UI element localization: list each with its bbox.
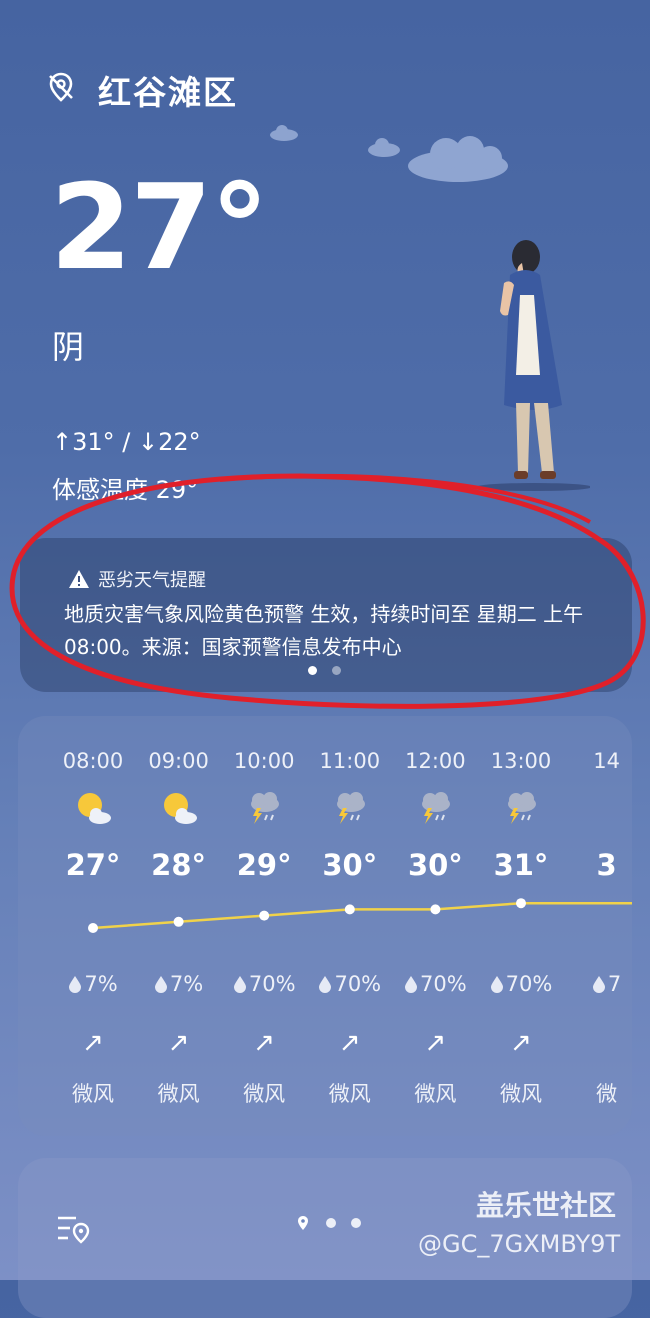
city-name[interactable]: 红谷滩区: [98, 66, 238, 114]
small-cloud-icon: [270, 125, 298, 141]
watermark-community: 盖乐世社区: [476, 1189, 617, 1222]
location-off-icon[interactable]: [44, 70, 78, 104]
warning-icon: [69, 570, 89, 588]
temperature-point: [430, 904, 441, 915]
alert-body: 地质灾害气象风险黄色预警 生效，持续时间至 星期二 上午08:00。来源：国家预…: [64, 602, 584, 659]
alert-title-text: 恶劣天气提醒: [98, 570, 206, 591]
weather-illustration-person: [476, 240, 590, 491]
alert-title: 恶劣天气提醒: [68, 566, 206, 592]
current-location-page-indicator-icon: [298, 1216, 308, 1230]
alert-page-indicator: [332, 666, 341, 675]
temperature-trend-line: [88, 898, 632, 933]
temperature-point: [173, 916, 184, 927]
location-list-icon[interactable]: [56, 1212, 92, 1246]
watermark-user: @GC_7GXMBY9T: [418, 1230, 621, 1258]
page-indicator-dot: [351, 1218, 361, 1228]
temperature-point: [259, 910, 270, 921]
temperature-point: [88, 923, 98, 933]
weather-condition: 阴: [52, 328, 85, 366]
feels-like-temperature: 体感温度 29°: [52, 476, 199, 504]
page-indicator-dot: [326, 1218, 336, 1228]
small-cloud-icon: [368, 138, 400, 157]
current-temperature: 27°: [50, 158, 269, 296]
cloud-icon: [408, 136, 508, 182]
temperature-point: [516, 898, 526, 909]
high-low-temperature: ↑31° / ↓22°: [52, 428, 201, 456]
hourly-forecast-card[interactable]: 08:00 27° 7% ↗ 微风 09:00 28° 7% ↗ 微风 10:00 29° 70% ↗ 微风…: [18, 716, 632, 1136]
temperature-point: [344, 904, 355, 915]
alert-page-indicator-active: [308, 666, 317, 675]
temperature-line: [92, 901, 632, 930]
